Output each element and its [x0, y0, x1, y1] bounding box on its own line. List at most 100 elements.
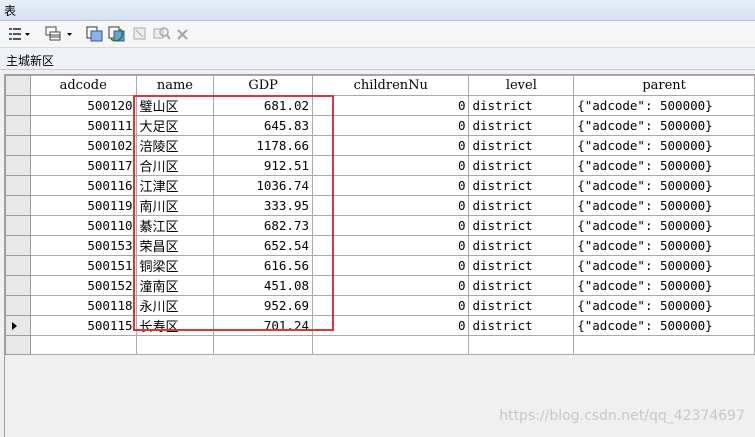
cell-gdp[interactable]: 1178.66 — [213, 135, 314, 156]
cell-name[interactable]: 南川区 — [135, 195, 215, 216]
cell-gdp[interactable]: 681.02 — [213, 95, 314, 116]
table-row[interactable]: 500153 荣昌区 652.54 0 district {"adcode": 50000… — [5, 235, 755, 256]
cell-adcode[interactable]: 500153 — [29, 235, 137, 256]
cell-gdp[interactable]: 1036.74 — [213, 175, 314, 196]
related-tables-icon[interactable] — [45, 25, 75, 43]
cell-adcode[interactable]: 500152 — [29, 275, 137, 296]
row-selector[interactable] — [5, 235, 31, 256]
zoom-to-selected-icon[interactable] — [153, 25, 171, 43]
row-selector[interactable] — [5, 155, 31, 176]
cell-gdp[interactable]: 645.83 — [213, 115, 314, 136]
cell-name[interactable]: 铜梁区 — [135, 255, 215, 276]
cell-adcode[interactable]: 500102 — [29, 135, 137, 156]
empty-cell[interactable] — [573, 335, 755, 355]
cell-name[interactable]: 綦江区 — [135, 215, 215, 236]
cell-parent[interactable]: {"adcode": 500000} — [573, 155, 755, 176]
cell-childrennum[interactable]: 0 — [312, 135, 470, 156]
table-options-icon[interactable] — [8, 25, 32, 43]
cell-level[interactable]: district — [468, 155, 575, 176]
cell-name[interactable]: 涪陵区 — [135, 135, 215, 156]
cell-level[interactable]: district — [468, 215, 575, 236]
cell-level[interactable]: district — [468, 135, 575, 156]
cell-gdp[interactable]: 333.95 — [213, 195, 314, 216]
cell-level[interactable]: district — [468, 95, 575, 116]
column-header-adcode[interactable]: adcode — [29, 75, 137, 96]
cell-childrennum[interactable]: 0 — [312, 95, 470, 116]
cell-name[interactable]: 大足区 — [135, 115, 215, 136]
delete-selected-icon[interactable] — [176, 25, 190, 43]
row-selector[interactable] — [5, 315, 31, 336]
cell-childrennum[interactable]: 0 — [312, 255, 470, 276]
cell-level[interactable]: district — [468, 175, 575, 196]
attribute-table[interactable]: adcode name GDP childrenNu level parent … — [4, 74, 755, 437]
cell-childrennum[interactable]: 0 — [312, 115, 470, 136]
cell-parent[interactable]: {"adcode": 500000} — [573, 135, 755, 156]
cell-adcode[interactable]: 500116 — [29, 175, 137, 196]
row-selector[interactable] — [5, 175, 31, 196]
row-selector[interactable] — [5, 195, 31, 216]
cell-childrennum[interactable]: 0 — [312, 275, 470, 296]
empty-cell[interactable] — [468, 335, 575, 355]
table-row[interactable]: 500120 璧山区 681.02 0 district {"adcode": 50000… — [5, 95, 755, 116]
cell-level[interactable]: district — [468, 255, 575, 276]
row-selector[interactable] — [5, 135, 31, 156]
row-selector[interactable] — [5, 295, 31, 316]
column-header-level[interactable]: level — [468, 75, 575, 96]
table-row[interactable]: 500152 潼南区 451.08 0 district {"adcode": 50000… — [5, 275, 755, 296]
empty-cell[interactable] — [312, 335, 470, 355]
column-header-gdp[interactable]: GDP — [213, 75, 314, 96]
row-selector[interactable] — [5, 275, 31, 296]
cell-gdp[interactable]: 952.69 — [213, 295, 314, 316]
cell-adcode[interactable]: 500111 — [29, 115, 137, 136]
cell-level[interactable]: district — [468, 295, 575, 316]
cell-parent[interactable]: {"adcode": 500000} — [573, 115, 755, 136]
cell-childrennum[interactable]: 0 — [312, 235, 470, 256]
cell-level[interactable]: district — [468, 275, 575, 296]
table-row[interactable]: 500118 永川区 952.69 0 district {"adcode": 50000… — [5, 295, 755, 316]
empty-cell[interactable] — [135, 335, 215, 355]
clear-selection-icon[interactable] — [132, 25, 148, 43]
empty-row[interactable] — [5, 335, 755, 355]
table-tab-name[interactable]: 主城新区 — [6, 52, 54, 69]
cell-childrennum[interactable]: 0 — [312, 215, 470, 236]
cell-parent[interactable]: {"adcode": 500000} — [573, 215, 755, 236]
cell-parent[interactable]: {"adcode": 500000} — [573, 235, 755, 256]
cell-name[interactable]: 合川区 — [135, 155, 215, 176]
row-selector[interactable] — [5, 95, 31, 116]
table-row[interactable]: 500111 大足区 645.83 0 district {"adcode": 50000… — [5, 115, 755, 136]
table-row[interactable]: 500151 铜梁区 616.56 0 district {"adcode": 50000… — [5, 255, 755, 276]
cell-gdp[interactable]: 652.54 — [213, 235, 314, 256]
cell-parent[interactable]: {"adcode": 500000} — [573, 255, 755, 276]
column-header-name[interactable]: name — [135, 75, 215, 96]
cell-parent[interactable]: {"adcode": 500000} — [573, 315, 755, 336]
column-header-childrennum[interactable]: childrenNu — [312, 75, 470, 96]
cell-level[interactable]: district — [468, 235, 575, 256]
cell-adcode[interactable]: 500151 — [29, 255, 137, 276]
table-row[interactable]: 500110 綦江区 682.73 0 district {"adcode": 50000… — [5, 215, 755, 236]
table-row[interactable]: 500115 长寿区 701.24 0 district {"adcode": 50000… — [5, 315, 755, 336]
cell-level[interactable]: district — [468, 315, 575, 336]
cell-adcode[interactable]: 500120 — [29, 95, 137, 116]
cell-gdp[interactable]: 912.51 — [213, 155, 314, 176]
cell-parent[interactable]: {"adcode": 500000} — [573, 275, 755, 296]
cell-parent[interactable]: {"adcode": 500000} — [573, 175, 755, 196]
switch-selection-icon[interactable] — [108, 25, 126, 43]
cell-parent[interactable]: {"adcode": 500000} — [573, 195, 755, 216]
cell-level[interactable]: district — [468, 115, 575, 136]
cell-adcode[interactable]: 500119 — [29, 195, 137, 216]
cell-name[interactable]: 潼南区 — [135, 275, 215, 296]
cell-childrennum[interactable]: 0 — [312, 295, 470, 316]
cell-childrennum[interactable]: 0 — [312, 175, 470, 196]
table-row[interactable]: 500116 江津区 1036.74 0 district {"adcode": 5000… — [5, 175, 755, 196]
table-row[interactable]: 500102 涪陵区 1178.66 0 district {"adcode": 5000… — [5, 135, 755, 156]
row-selector[interactable] — [5, 335, 31, 355]
row-selector[interactable] — [5, 215, 31, 236]
table-row[interactable]: 500119 南川区 333.95 0 district {"adcode": 50000… — [5, 195, 755, 216]
table-row[interactable]: 500117 合川区 912.51 0 district {"adcode": 50000… — [5, 155, 755, 176]
cell-childrennum[interactable]: 0 — [312, 195, 470, 216]
cell-level[interactable]: district — [468, 195, 575, 216]
cell-parent[interactable]: {"adcode": 500000} — [573, 295, 755, 316]
row-selector[interactable] — [5, 255, 31, 276]
cell-gdp[interactable]: 616.56 — [213, 255, 314, 276]
cell-name[interactable]: 长寿区 — [135, 315, 215, 336]
